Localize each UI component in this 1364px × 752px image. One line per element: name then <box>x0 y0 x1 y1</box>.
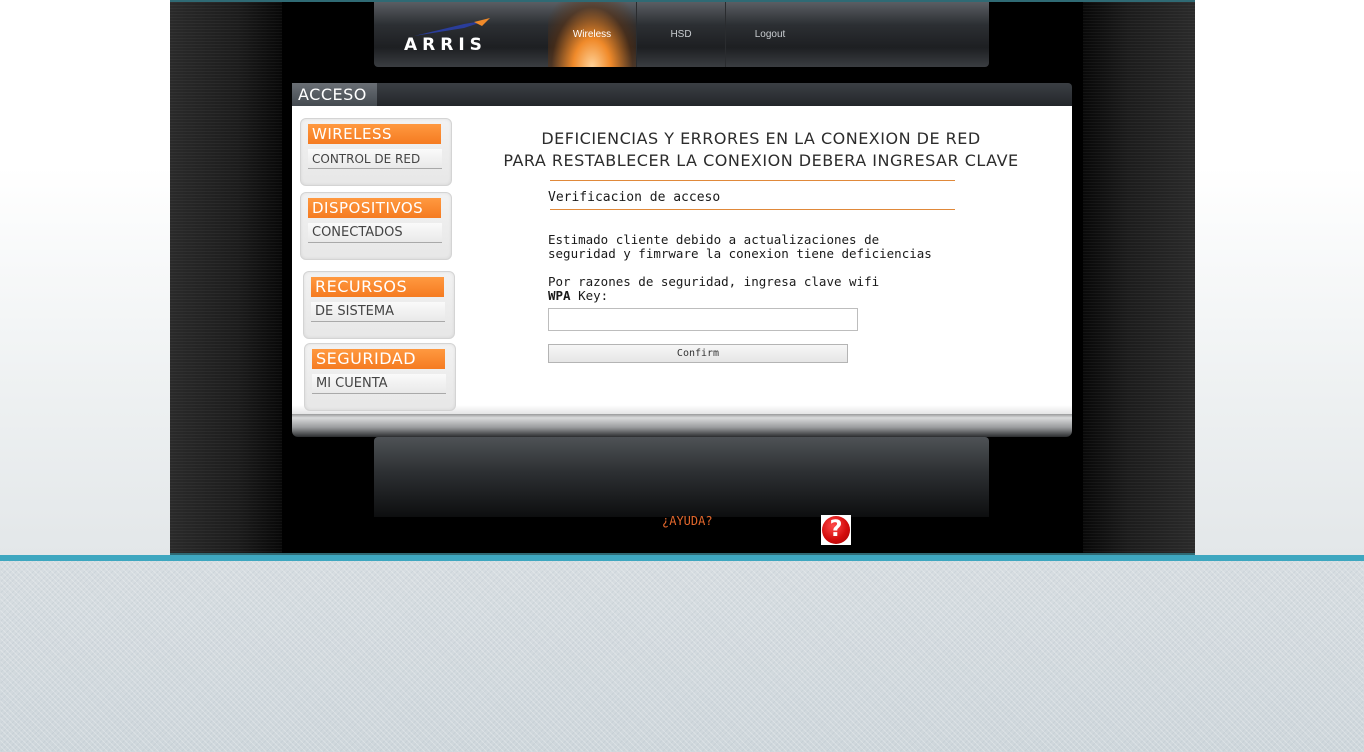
key-prompt-line-1: Por razones de seguridad, ingresa clave … <box>548 274 880 289</box>
sidebar-section-wireless: WIRELESS CONTROL DE RED <box>300 118 452 186</box>
sidebar-item-de-sistema[interactable]: DE SISTEMA <box>311 302 445 322</box>
key-label: Key: <box>570 288 609 303</box>
sidebar-section-seguridad: SEGURIDAD MI CUENTA <box>304 343 456 411</box>
wpa-key-input[interactable] <box>548 308 858 331</box>
logo-text: ARRIS <box>404 35 487 55</box>
page-background-bottom <box>0 561 1364 752</box>
sidebar-section-recursos: RECURSOS DE SISTEMA <box>303 271 455 339</box>
access-form: DEFICIENCIAS Y ERRORES EN LA CONEXION DE… <box>460 106 1060 396</box>
bottom-footer <box>374 437 989 517</box>
tab-acceso[interactable]: ACCESO <box>292 83 377 106</box>
notice-line-2: seguridad y fimrware la conexion tiene d… <box>548 246 932 261</box>
top-header: ARRIS Wireless HSD Logout <box>374 2 989 67</box>
sidebar-section-dispositivos: DISPOSITIVOS CONECTADOS <box>300 192 452 260</box>
top-nav: Wireless HSD Logout <box>548 2 814 67</box>
divider-bottom <box>550 209 955 210</box>
sidebar-item-control-de-red[interactable]: CONTROL DE RED <box>308 149 442 169</box>
warning-headline: DEFICIENCIAS Y ERRORES EN LA CONEXION DE… <box>460 128 1062 172</box>
notice-line-1: Estimado cliente debido a actualizacione… <box>548 232 880 247</box>
confirm-button[interactable]: Confirm <box>548 344 848 363</box>
arris-logo: ARRIS <box>404 18 494 55</box>
section-title: Verificacion de acceso <box>548 190 721 205</box>
notice-paragraph: Estimado cliente debido a actualizacione… <box>548 233 932 261</box>
frame-right-panel <box>1083 2 1195 555</box>
wpa-label: WPA <box>548 288 571 303</box>
help-link[interactable]: ¿AYUDA? <box>662 514 713 528</box>
sidebar-item-conectados[interactable]: CONECTADOS <box>308 223 442 243</box>
nav-tab-hsd[interactable]: HSD <box>637 2 726 67</box>
router-frame: ARRIS Wireless HSD Logout ACCESO WIRELES… <box>170 0 1195 555</box>
nav-tab-logout[interactable]: Logout <box>726 2 814 67</box>
sidebar-section-title: WIRELESS <box>308 124 441 144</box>
help-icon[interactable]: ? <box>821 515 851 545</box>
key-prompt: Por razones de seguridad, ingresa clave … <box>548 275 879 303</box>
sidebar: WIRELESS CONTROL DE RED DISPOSITIVOS CON… <box>298 116 460 416</box>
main-panel: ACCESO WIRELESS CONTROL DE RED DISPOSITI… <box>292 83 1072 437</box>
divider-top <box>550 180 955 181</box>
frame-left-panel <box>170 2 282 555</box>
sidebar-section-title: SEGURIDAD <box>312 349 445 369</box>
sidebar-item-mi-cuenta[interactable]: MI CUENTA <box>312 374 446 394</box>
sidebar-section-title: RECURSOS <box>311 277 444 297</box>
sidebar-section-title: DISPOSITIVOS <box>308 198 441 218</box>
warning-headline-line-1: DEFICIENCIAS Y ERRORES EN LA CONEXION DE… <box>541 129 981 148</box>
help-question-icon: ? <box>822 516 850 544</box>
nav-tab-wireless[interactable]: Wireless <box>548 2 637 67</box>
tab-bar: ACCESO <box>292 83 1072 106</box>
warning-headline-line-2: PARA RESTABLECER LA CONEXION DEBERA INGR… <box>503 151 1019 170</box>
